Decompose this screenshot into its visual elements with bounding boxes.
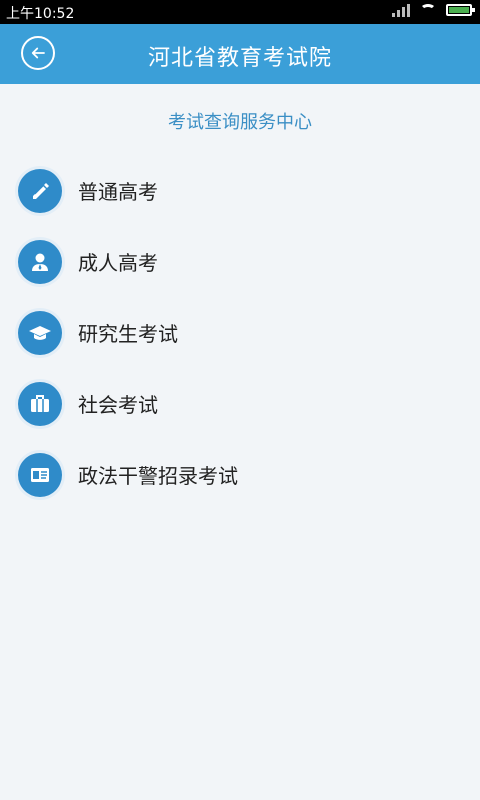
app-header: 河北省教育考试院 bbox=[0, 24, 480, 84]
status-time: 上午10:52 bbox=[6, 6, 75, 22]
list-item-label: 研究生考试 bbox=[78, 322, 178, 346]
wifi-icon bbox=[420, 4, 436, 16]
list-item-graduate-exam[interactable]: 研究生考试 bbox=[0, 307, 480, 378]
exam-category-list: 普通高考 成人高考 研究生考试 社会考试 政法干警招录考试 bbox=[0, 165, 480, 520]
person-icon bbox=[18, 240, 62, 284]
list-item-general-gaokao[interactable]: 普通高考 bbox=[0, 165, 480, 236]
status-icons bbox=[392, 3, 475, 17]
list-item-label: 政法干警招录考试 bbox=[78, 464, 238, 488]
list-item-label: 社会考试 bbox=[78, 393, 158, 417]
page-title: 河北省教育考试院 bbox=[147, 46, 332, 71]
list-item-label: 成人高考 bbox=[78, 251, 158, 275]
signal-icon bbox=[392, 3, 410, 17]
section-subtitle: 考试查询服务中心 bbox=[168, 112, 312, 133]
id-card-icon bbox=[18, 453, 62, 497]
status-bar: 上午10:52 bbox=[0, 0, 480, 24]
list-item-label: 普通高考 bbox=[78, 180, 158, 204]
pencil-icon bbox=[18, 169, 62, 213]
list-item-police-recruit-exam[interactable]: 政法干警招录考试 bbox=[0, 449, 480, 520]
list-item-adult-gaokao[interactable]: 成人高考 bbox=[0, 236, 480, 307]
list-item-social-exam[interactable]: 社会考试 bbox=[0, 378, 480, 449]
battery-icon bbox=[446, 4, 475, 16]
graduation-cap-icon bbox=[18, 311, 62, 355]
briefcase-icon bbox=[18, 382, 62, 426]
